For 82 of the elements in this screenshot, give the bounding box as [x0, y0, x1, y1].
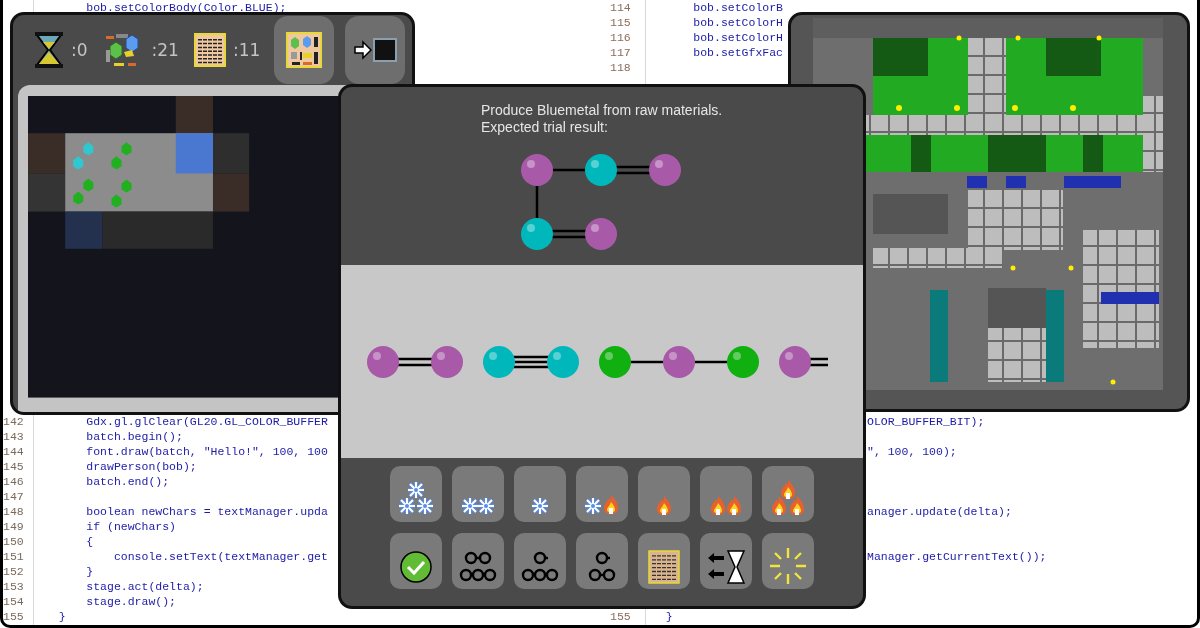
code-line: bob.setColorBody(Color.BLUE); [85, 0, 287, 15]
line-number: 150 [3, 534, 24, 549]
flames-icon [709, 495, 743, 516]
rings-icon [459, 550, 497, 583]
code-line: bob.setGfxFac [692, 45, 784, 60]
rings-icon [521, 550, 559, 583]
code-line: { [85, 534, 94, 549]
line-number: 146 [3, 474, 24, 489]
flame-button[interactable] [638, 466, 690, 522]
line-number: 142 [3, 414, 24, 429]
snowflake-flame-button[interactable] [576, 466, 628, 522]
scroll-button[interactable] [638, 533, 690, 589]
code-line: bob.setColorB [692, 0, 784, 15]
instruction-text: Expected trial result: [481, 119, 609, 136]
line-number: 144 [3, 444, 24, 459]
code-line: Manager.getCurrentText()); [866, 549, 1047, 564]
code-line: batch.end(); [85, 474, 170, 489]
counter-value: :0 [71, 40, 88, 61]
line-number: 114 [609, 0, 631, 15]
line-number: 143 [3, 429, 24, 444]
line-number: 152 [3, 564, 24, 579]
instruction-text: Produce Bluemetal from raw materials. [481, 102, 723, 119]
flame-icon [655, 495, 673, 516]
code-line: } [57, 609, 66, 624]
scroll-icon [192, 32, 227, 69]
check-icon [400, 551, 432, 583]
counter-value: :21 [151, 40, 179, 61]
line-number: 155 [609, 609, 631, 624]
blueprint-icon [286, 32, 323, 68]
line-number: 153 [3, 579, 24, 594]
line-number: 115 [609, 15, 631, 30]
code-line: OLOR_BUFFER_BIT); [866, 414, 985, 429]
code-line: stage.act(delta); [85, 579, 204, 594]
code-line: bob.setColorH [692, 30, 784, 45]
snowflakes-icon [398, 480, 434, 516]
code-line: stage.draw(); [85, 594, 177, 609]
code-line: boolean newChars = textManager.upda [85, 504, 328, 519]
arrows-hourglass-icon [707, 549, 745, 584]
line-number: 155 [3, 609, 24, 624]
flames-button[interactable] [762, 466, 814, 522]
rewind-button[interactable] [700, 533, 752, 589]
line-number: 118 [609, 60, 631, 75]
line-number: 147 [3, 489, 24, 504]
snowflakes-icon [461, 496, 495, 516]
hourglass-icon [33, 30, 65, 71]
snowflakes-button[interactable] [390, 466, 442, 522]
line-number: 116 [609, 30, 631, 45]
code-line: drawPerson(bob); [85, 459, 197, 474]
scroll-icon [648, 549, 680, 584]
code-line: anager.update(delta); [866, 504, 1012, 519]
line-number: 151 [3, 549, 24, 564]
code-line: } [664, 609, 673, 624]
snowflake-button[interactable] [514, 466, 566, 522]
rings-button[interactable] [576, 533, 628, 589]
exit-button[interactable] [345, 16, 406, 84]
counter-value: :11 [232, 40, 261, 61]
code-line: ", 100, 100); [866, 444, 957, 459]
code-line: } [85, 564, 94, 579]
snowflakes-button[interactable] [452, 466, 504, 522]
line-number: 117 [609, 45, 631, 60]
code-line: bob.setColorH [692, 15, 784, 30]
rings-button[interactable] [452, 533, 504, 589]
exit-icon [353, 37, 398, 63]
snowflake-flame-icon [584, 495, 620, 516]
burst-button[interactable] [762, 533, 814, 589]
code-line: if (newChars) [85, 519, 177, 534]
line-number: 154 [3, 594, 24, 609]
burst-icon [769, 546, 807, 585]
check-button[interactable] [390, 533, 442, 589]
snowflake-icon [531, 496, 549, 516]
code-line: font.draw(batch, "Hello!", 100, 100 [85, 444, 328, 459]
line-number: 148 [3, 504, 24, 519]
code-line: Gdx.gl.glClear(GL20.GL_COLOR_BUFFER [85, 414, 328, 429]
rings-icon [588, 550, 616, 583]
code-line: batch.begin(); [85, 429, 183, 444]
blueprint-button[interactable] [274, 16, 335, 84]
line-number: 145 [3, 459, 24, 474]
code-line: console.setText(textManager.get [112, 549, 328, 564]
line-number: 149 [3, 519, 24, 534]
flames-button[interactable] [700, 466, 752, 522]
rings-button[interactable] [514, 533, 566, 589]
flames-icon [770, 479, 806, 516]
